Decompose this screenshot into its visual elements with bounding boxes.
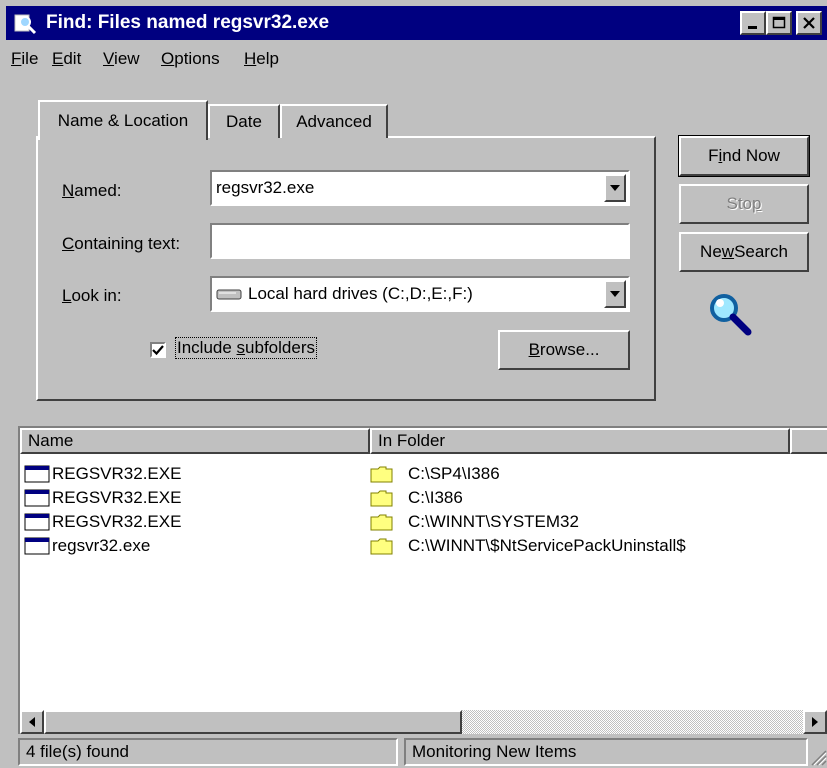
folder-icon <box>370 514 393 531</box>
result-folder: C:\WINNT\$NtServicePackUninstall$ <box>408 536 686 555</box>
column-header-in-folder[interactable]: In Folder <box>370 428 790 454</box>
result-folder: C:\SP4\I386 <box>408 464 500 483</box>
result-name: REGSVR32.EXE <box>52 512 182 531</box>
hard-drive-icon <box>216 289 242 300</box>
result-name: REGSVR32.EXE <box>52 464 182 483</box>
menu-options[interactable]: Options <box>161 49 220 69</box>
named-label: Named: <box>62 181 122 200</box>
folder-icon <box>370 490 393 507</box>
menu-view[interactable]: View <box>103 49 140 69</box>
chevron-down-icon <box>610 185 620 191</box>
include-subfolders-checkbox[interactable] <box>150 342 166 358</box>
window-title: Find: Files named regsvr32.exe <box>46 12 330 33</box>
arrow-left-icon <box>29 717 35 727</box>
find-now-button[interactable]: Fi nd Now <box>678 135 810 177</box>
table-row[interactable]: REGSVR32.EXE C:\WINNT\SYSTEM32 <box>20 510 820 534</box>
checkmark-icon <box>152 345 164 356</box>
maximize-button[interactable] <box>766 11 792 35</box>
status-monitoring: Monitoring New Items <box>404 738 808 766</box>
chevron-down-icon <box>610 291 620 297</box>
minimize-icon <box>748 26 757 29</box>
application-file-icon <box>24 489 50 507</box>
menu-bar: File Edit View Options Help <box>6 44 827 74</box>
result-name: regsvr32.exe <box>52 536 151 555</box>
named-dropdown-button[interactable] <box>604 174 626 202</box>
results-list[interactable]: Name In Folder REGSVR32.EXE C:\SP4\I386 … <box>18 426 827 734</box>
look-in-label: Look in: <box>62 286 122 305</box>
column-header-extra[interactable] <box>790 428 827 454</box>
application-file-icon <box>24 465 50 483</box>
close-icon <box>803 17 815 29</box>
containing-text-input[interactable] <box>210 223 630 259</box>
menu-help[interactable]: Help <box>244 49 279 69</box>
find-window: Find: Files named regsvr32.exe File Edit… <box>0 0 827 768</box>
browse-button[interactable]: Browse... <box>498 330 630 370</box>
tab-panel-name-location: Named: regsvr32.exe Containing text: Loo… <box>36 136 656 401</box>
named-combobox[interactable]: regsvr32.exe <box>210 170 630 206</box>
look-in-value: Local hard drives (C:,D:,E:,F:) <box>248 284 473 303</box>
result-folder: C:\I386 <box>408 488 463 507</box>
column-header-name[interactable]: Name <box>20 428 370 454</box>
look-in-dropdown-button[interactable] <box>604 280 626 308</box>
find-magnifier-icon <box>14 14 37 35</box>
horizontal-scrollbar[interactable] <box>20 710 827 734</box>
containing-text-label: Containing text: <box>62 234 181 253</box>
title-bar[interactable]: Find: Files named regsvr32.exe <box>6 6 827 40</box>
table-row[interactable]: REGSVR32.EXE C:\SP4\I386 <box>20 462 820 486</box>
scroll-right-button[interactable] <box>803 710 827 734</box>
menu-file[interactable]: File <box>11 49 38 69</box>
look-in-combobox[interactable]: Local hard drives (C:,D:,E:,F:) <box>210 276 630 312</box>
minimize-button[interactable] <box>740 11 766 35</box>
named-value: regsvr32.exe <box>216 178 315 197</box>
table-row[interactable]: REGSVR32.EXE C:\I386 <box>20 486 820 510</box>
maximize-icon <box>772 16 786 29</box>
search-magnifier-icon <box>710 294 752 336</box>
folder-icon <box>370 538 393 555</box>
application-file-icon <box>24 537 50 555</box>
arrow-right-icon <box>812 717 818 727</box>
menu-edit[interactable]: Edit <box>52 49 81 69</box>
resize-grip-icon[interactable] <box>809 748 827 766</box>
tab-name-location[interactable]: Name & Location <box>38 100 208 140</box>
scroll-thumb[interactable] <box>44 710 462 734</box>
scroll-track[interactable] <box>462 710 803 734</box>
stop-button[interactable]: Sto p <box>679 184 809 224</box>
tab-date[interactable]: Date <box>208 104 280 138</box>
new-search-button[interactable]: Ne w Search <box>679 232 809 272</box>
tab-advanced[interactable]: Advanced <box>280 104 388 138</box>
folder-icon <box>370 466 393 483</box>
status-file-count: 4 file(s) found <box>18 738 398 766</box>
close-button[interactable] <box>796 11 822 35</box>
result-name: REGSVR32.EXE <box>52 488 182 507</box>
include-subfolders-label[interactable]: Include subfolders <box>175 337 317 359</box>
table-row[interactable]: regsvr32.exe C:\WINNT\$NtServicePackUnin… <box>20 534 820 558</box>
application-file-icon <box>24 513 50 531</box>
scroll-left-button[interactable] <box>20 710 44 734</box>
result-folder: C:\WINNT\SYSTEM32 <box>408 512 579 531</box>
